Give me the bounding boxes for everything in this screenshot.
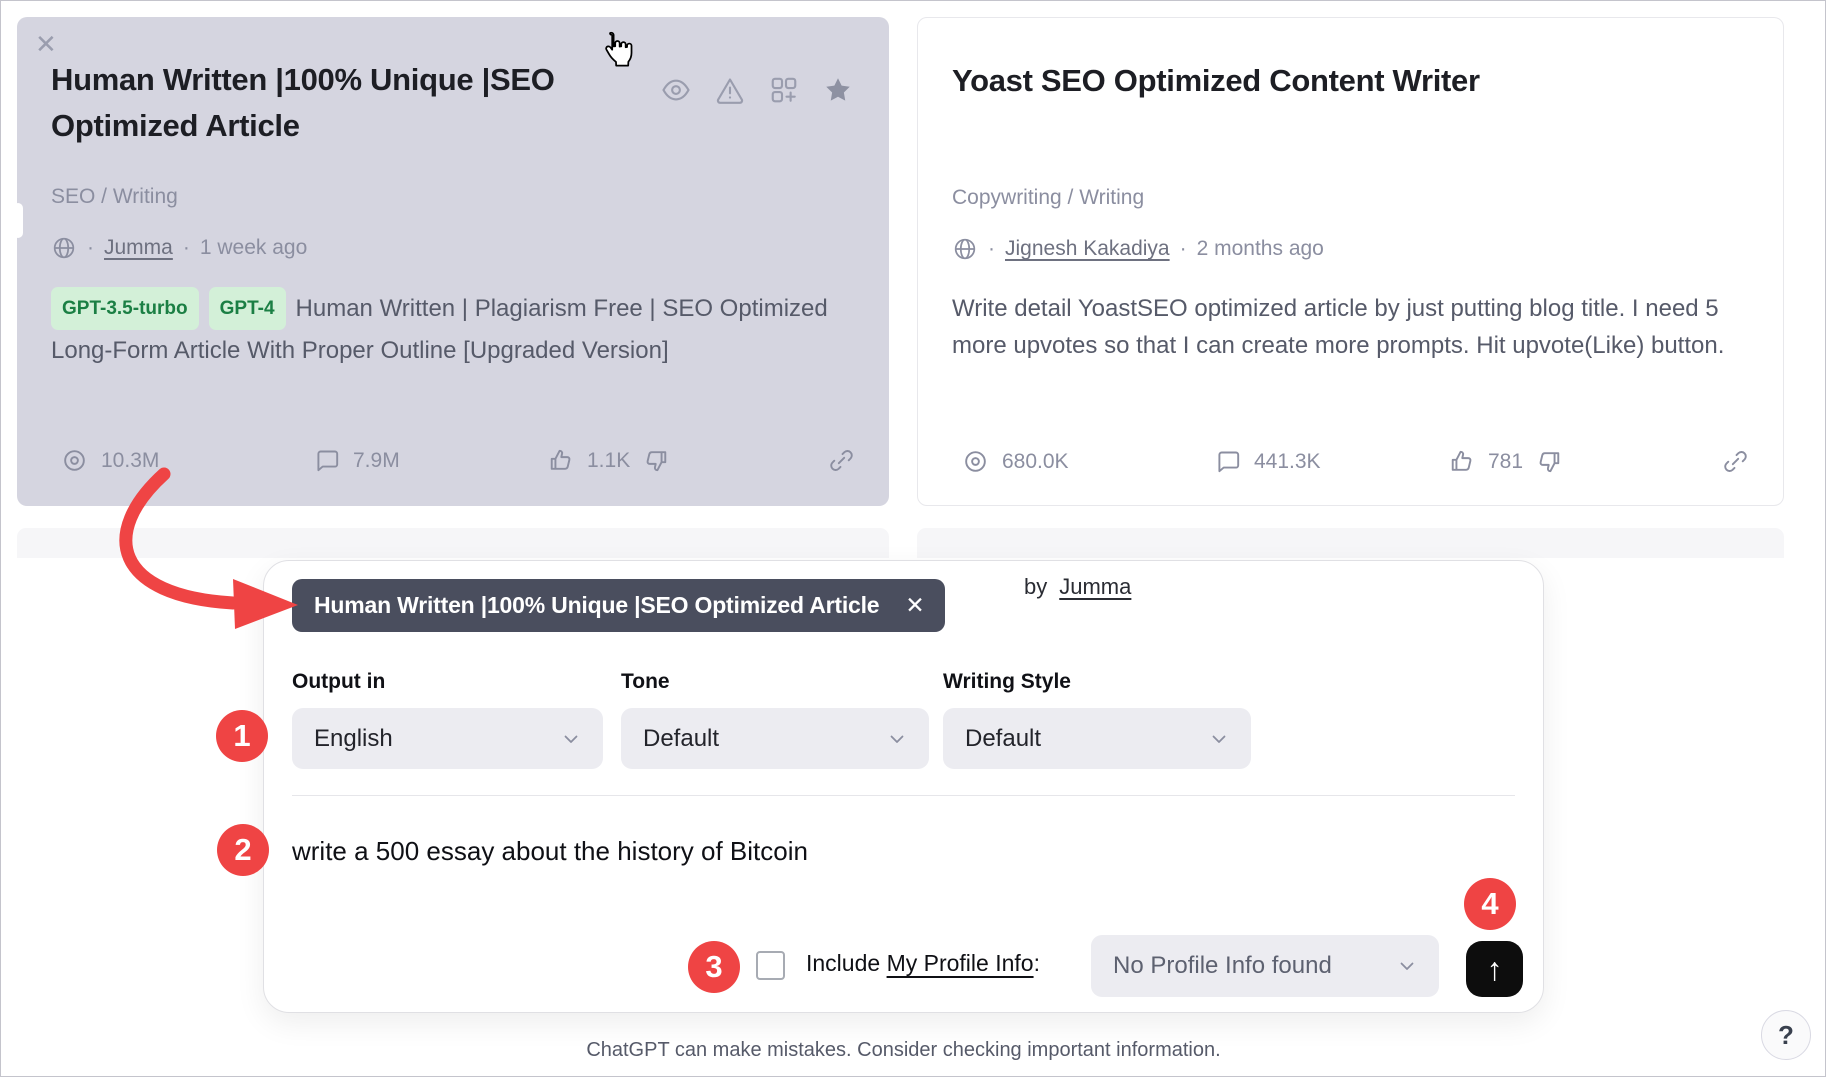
thumbs-down-icon[interactable]	[643, 447, 670, 474]
views-count: 680.0K	[1002, 450, 1069, 474]
send-arrow-icon: ↑	[1487, 951, 1503, 988]
close-icon[interactable]: ✕	[35, 31, 57, 57]
output-language-value: English	[314, 725, 393, 753]
share-link-icon[interactable]	[828, 447, 855, 474]
model-badge: GPT-4	[209, 287, 286, 330]
comments-count: 441.3K	[1254, 450, 1321, 474]
posted-age: 1 week ago	[200, 236, 307, 260]
card-category: Copywriting / Writing	[952, 186, 1144, 210]
thumbs-up-icon[interactable]	[1448, 448, 1475, 475]
include-profile-checkbox[interactable]	[756, 951, 785, 980]
separator: ·	[87, 236, 94, 260]
card-category: SEO / Writing	[51, 185, 178, 209]
output-in-label: Output in	[292, 670, 603, 694]
warning-icon[interactable]	[715, 75, 745, 105]
card-description: Write detail YoastSEO optimized article …	[952, 290, 1744, 364]
eye-icon[interactable]	[661, 75, 691, 105]
panel-author-link[interactable]: Jumma	[1059, 574, 1131, 600]
writing-style-label: Writing Style	[943, 670, 1251, 694]
likes-count: 781	[1488, 450, 1523, 474]
globe-icon	[952, 236, 978, 262]
writing-style-value: Default	[965, 725, 1041, 753]
send-button[interactable]: ↑	[1466, 941, 1523, 997]
likes-count: 1.1K	[587, 449, 630, 473]
annotation-step-4: 4	[1464, 878, 1516, 930]
author-link[interactable]: Jignesh Kakadiya	[1005, 237, 1170, 261]
profile-info-value: No Profile Info found	[1113, 952, 1332, 980]
tone-value: Default	[643, 725, 719, 753]
scroll-handle	[13, 203, 23, 238]
card-title: Yoast SEO Optimized Content Writer	[952, 58, 1527, 104]
chevron-down-icon	[885, 727, 909, 751]
card-author-row: · Jignesh Kakadiya · 2 months ago	[952, 236, 1324, 262]
question-mark-icon: ?	[1778, 1020, 1794, 1051]
selected-prompt-label: Human Written |100% Unique |SEO Optimize…	[314, 592, 879, 619]
card-author-row: · Jumma · 1 week ago	[51, 235, 307, 261]
prompt-card-human-written[interactable]: ✕ Human Written |100% Unique |SEO Optimi…	[17, 17, 889, 506]
chip-close-icon[interactable]: ✕	[905, 592, 924, 619]
annotation-step-2: 2	[217, 824, 269, 876]
thumbs-up-icon[interactable]	[547, 447, 574, 474]
help-button[interactable]: ?	[1761, 1010, 1811, 1060]
share-link-icon[interactable]	[1722, 448, 1749, 475]
globe-icon	[51, 235, 77, 261]
by-label: by	[1024, 574, 1047, 600]
prompt-card-yoast-seo[interactable]: Yoast SEO Optimized Content Writer Copyw…	[917, 17, 1784, 506]
author-link[interactable]: Jumma	[104, 236, 173, 260]
tone-label: Tone	[621, 670, 929, 694]
include-profile-label: Include My Profile Info:	[806, 950, 1040, 977]
profile-info-select[interactable]: No Profile Info found	[1091, 935, 1439, 997]
squares-plus-icon[interactable]	[769, 75, 799, 105]
app-window: ✕ Human Written |100% Unique |SEO Optimi…	[0, 0, 1826, 1077]
hand-cursor-icon	[597, 29, 635, 73]
chevron-down-icon	[559, 727, 583, 751]
annotation-step-1: 1	[216, 710, 268, 762]
tone-select[interactable]: Default	[621, 708, 929, 769]
views-icon	[962, 448, 989, 475]
separator: ·	[183, 236, 190, 260]
chevron-down-icon	[1395, 954, 1419, 978]
annotation-step-3: 3	[688, 941, 740, 993]
chevron-down-icon	[1207, 727, 1231, 751]
my-profile-info-link[interactable]: My Profile Info	[887, 950, 1034, 976]
separator: ·	[988, 237, 995, 261]
prompt-input-panel: Human Written |100% Unique |SEO Optimize…	[263, 560, 1544, 1013]
card-description: GPT-3.5-turboGPT-4Human Written | Plagia…	[51, 289, 855, 369]
prompt-input[interactable]: write a 500 essay about the history of B…	[292, 836, 808, 867]
comments-count: 7.9M	[353, 449, 400, 473]
star-icon[interactable]	[823, 75, 853, 105]
model-badge: GPT-3.5-turbo	[51, 287, 199, 330]
card-title: Human Written |100% Unique |SEO Optimize…	[51, 57, 596, 149]
next-card-top	[917, 528, 1784, 558]
disclaimer-text: ChatGPT can make mistakes. Consider chec…	[263, 1039, 1544, 1062]
writing-style-select[interactable]: Default	[943, 708, 1251, 769]
output-language-select[interactable]: English	[292, 708, 603, 769]
comments-icon	[1214, 448, 1241, 475]
selected-prompt-chip[interactable]: Human Written |100% Unique |SEO Optimize…	[292, 579, 945, 632]
panel-divider	[292, 795, 1515, 796]
thumbs-down-icon[interactable]	[1536, 448, 1563, 475]
posted-age: 2 months ago	[1197, 237, 1324, 261]
card-stats: 680.0K 441.3K 781	[918, 448, 1783, 482]
separator: ·	[1180, 237, 1187, 261]
annotation-arrow	[81, 441, 341, 641]
